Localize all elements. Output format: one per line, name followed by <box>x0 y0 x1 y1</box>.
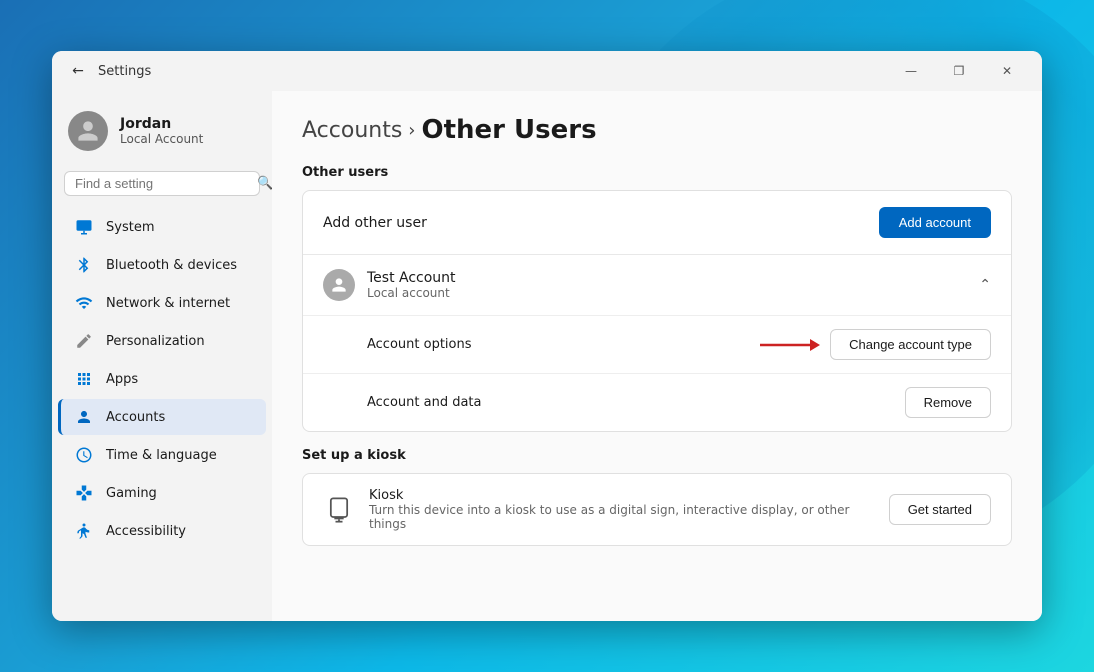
time-icon <box>74 445 94 465</box>
chevron-up-icon: ⌃ <box>979 277 991 293</box>
add-user-label: Add other user <box>323 215 427 231</box>
kiosk-card: Kiosk Turn this device into a kiosk to u… <box>302 473 1012 546</box>
account-name: Test Account <box>367 270 456 286</box>
sidebar-item-time-label: Time & language <box>106 448 217 463</box>
kiosk-get-started-button[interactable]: Get started <box>889 494 991 525</box>
personalization-icon <box>74 331 94 351</box>
sidebar-item-accessibility[interactable]: Accessibility <box>58 513 266 549</box>
account-options-row: Account options Change account type <box>303 315 1011 373</box>
kiosk-row: Kiosk Turn this device into a kiosk to u… <box>303 474 1011 545</box>
account-name-group: Test Account Local account <box>367 270 456 300</box>
bluetooth-icon <box>74 255 94 275</box>
option-right: Change account type <box>760 329 991 360</box>
account-data-row: Account and data Remove <box>303 373 1011 431</box>
breadcrumb-arrow: › <box>408 120 415 141</box>
add-account-button[interactable]: Add account <box>879 207 991 238</box>
sidebar-item-personalization-label: Personalization <box>106 334 205 349</box>
monitor-icon <box>74 217 94 237</box>
sidebar-item-bluetooth[interactable]: Bluetooth & devices <box>58 247 266 283</box>
accessibility-icon <box>74 521 94 541</box>
sidebar-item-accounts-label: Accounts <box>106 410 165 425</box>
sidebar-item-bluetooth-label: Bluetooth & devices <box>106 258 237 273</box>
red-arrow-icon <box>760 335 820 355</box>
gaming-icon <box>74 483 94 503</box>
user-account-type: Local Account <box>120 132 203 146</box>
other-users-label: Other users <box>302 165 1012 180</box>
breadcrumb-parent[interactable]: Accounts <box>302 118 402 143</box>
account-options-label: Account options <box>367 337 472 352</box>
sidebar-item-time[interactable]: Time & language <box>58 437 266 473</box>
user-info: Jordan Local Account <box>52 99 272 167</box>
kiosk-section-label: Set up a kiosk <box>302 448 1012 463</box>
maximize-button[interactable]: ❐ <box>936 55 982 87</box>
sidebar-item-gaming[interactable]: Gaming <box>58 475 266 511</box>
breadcrumb: Accounts › Other Users <box>302 115 1012 145</box>
test-account-header[interactable]: Test Account Local account ⌃ <box>303 255 1011 315</box>
avatar <box>68 111 108 151</box>
sidebar-item-accessibility-label: Accessibility <box>106 524 186 539</box>
sidebar-item-system[interactable]: System <box>58 209 266 245</box>
account-subtext: Local account <box>367 286 456 300</box>
sidebar-item-personalization[interactable]: Personalization <box>58 323 266 359</box>
network-icon <box>74 293 94 313</box>
sidebar-item-network[interactable]: Network & internet <box>58 285 266 321</box>
sidebar-item-network-label: Network & internet <box>106 296 230 311</box>
user-details: Jordan Local Account <box>120 116 203 146</box>
account-header-left: Test Account Local account <box>323 269 456 301</box>
other-users-card: Add other user Add account Test Account … <box>302 190 1012 432</box>
sidebar-item-system-label: System <box>106 220 154 235</box>
kiosk-description: Turn this device into a kiosk to use as … <box>369 503 869 531</box>
kiosk-icon <box>323 494 355 526</box>
user-name: Jordan <box>120 116 203 132</box>
remove-button[interactable]: Remove <box>905 387 991 418</box>
sidebar-item-gaming-label: Gaming <box>106 486 157 501</box>
accounts-icon <box>74 407 94 427</box>
apps-icon <box>74 369 94 389</box>
breadcrumb-current: Other Users <box>422 115 597 145</box>
window-controls: — ❐ ✕ <box>888 55 1030 87</box>
sidebar: Jordan Local Account 🔍 System Bluetoot <box>52 91 272 621</box>
kiosk-left: Kiosk Turn this device into a kiosk to u… <box>323 488 869 531</box>
window-title: Settings <box>98 64 888 79</box>
search-box[interactable]: 🔍 <box>64 171 260 196</box>
sidebar-item-apps[interactable]: Apps <box>58 361 266 397</box>
close-button[interactable]: ✕ <box>984 55 1030 87</box>
main-content: Accounts › Other Users Other users Add o… <box>272 91 1042 621</box>
kiosk-section: Set up a kiosk <box>302 448 1012 546</box>
search-input[interactable] <box>75 176 251 191</box>
sidebar-item-accounts[interactable]: Accounts <box>58 399 266 435</box>
sidebar-item-apps-label: Apps <box>106 372 138 387</box>
search-icon: 🔍 <box>257 176 272 191</box>
back-button[interactable]: ← <box>64 57 92 85</box>
add-user-row: Add other user Add account <box>303 191 1011 254</box>
change-account-type-button[interactable]: Change account type <box>830 329 991 360</box>
window-body: Jordan Local Account 🔍 System Bluetoot <box>52 91 1042 621</box>
kiosk-text: Kiosk Turn this device into a kiosk to u… <box>369 488 869 531</box>
minimize-button[interactable]: — <box>888 55 934 87</box>
account-avatar <box>323 269 355 301</box>
kiosk-name: Kiosk <box>369 488 869 503</box>
title-bar: ← Settings — ❐ ✕ <box>52 51 1042 91</box>
account-data-label: Account and data <box>367 395 482 410</box>
settings-window: ← Settings — ❐ ✕ Jordan Local Account 🔍 <box>52 51 1042 621</box>
